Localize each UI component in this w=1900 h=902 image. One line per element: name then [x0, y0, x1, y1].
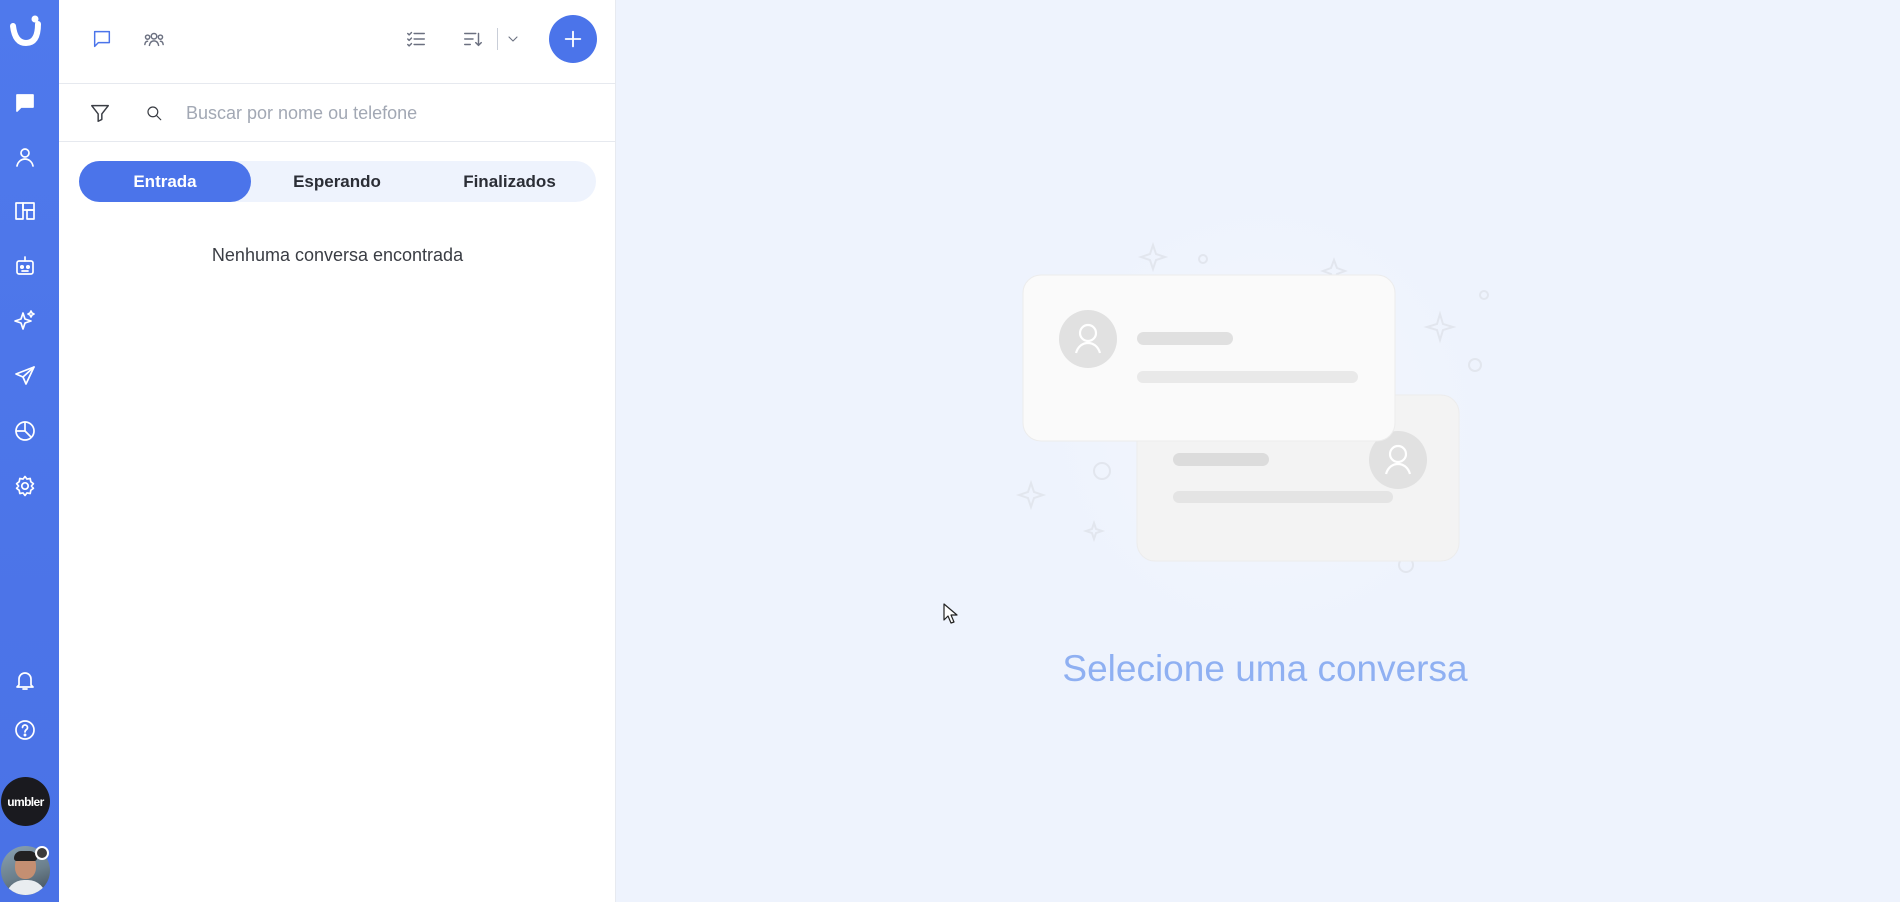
team-conversations-button[interactable]: [139, 24, 169, 54]
user-icon: [16, 148, 34, 167]
tab-finalizados[interactable]: Finalizados: [423, 161, 596, 202]
rail-bots-button[interactable]: [9, 250, 41, 282]
conversation-panel: Entrada Esperando Finalizados Nenhuma co…: [59, 0, 616, 902]
user-status-indicator: [35, 846, 49, 860]
bulk-select-button[interactable]: [401, 24, 431, 54]
rail-conversations-button[interactable]: [9, 87, 41, 119]
tab-entrada[interactable]: Entrada: [79, 161, 251, 202]
chat-outline-icon: [93, 30, 111, 48]
tab-entrada-label: Entrada: [133, 171, 197, 191]
group-icon: [144, 32, 164, 47]
tab-esperando-label: Esperando: [293, 171, 381, 191]
help-icon: [15, 720, 35, 740]
search-bar: [59, 85, 616, 142]
rail-reports-button[interactable]: [9, 415, 41, 447]
status-tabs: Entrada Esperando Finalizados: [79, 161, 596, 202]
kanban-icon: [15, 202, 35, 220]
new-conversation-button[interactable]: [549, 15, 597, 63]
rail-settings-button[interactable]: [9, 470, 41, 502]
conversation-toolbar: [59, 0, 616, 84]
umbler-logo-icon[interactable]: [5, 10, 45, 50]
empty-list-message: Nenhuma conversa encontrada: [211, 245, 464, 265]
rail-kanban-button[interactable]: [9, 195, 41, 227]
search-input[interactable]: [186, 99, 586, 127]
tab-finalizados-label: Finalizados: [463, 171, 556, 191]
app-rail: umbler: [0, 0, 59, 902]
organization-switcher[interactable]: umbler: [1, 777, 50, 826]
chat-icon: [16, 94, 34, 112]
organization-label: umbler: [7, 794, 44, 809]
rail-contacts-button[interactable]: [9, 141, 41, 173]
filter-button[interactable]: [85, 98, 115, 128]
select-conversation-title: Selecione uma conversa: [1062, 648, 1468, 689]
robot-icon: [16, 256, 34, 275]
sparkles-icon: [14, 310, 35, 330]
pie-chart-icon: [15, 421, 35, 441]
mouse-cursor-icon: [943, 603, 958, 624]
sort-options-dropdown[interactable]: [498, 24, 528, 54]
rail-ai-button[interactable]: [9, 305, 41, 337]
tab-esperando[interactable]: Esperando: [251, 161, 423, 202]
search-icon: [139, 98, 169, 128]
filter-icon: [91, 104, 109, 122]
send-icon: [15, 366, 35, 385]
chevron-down-icon: [508, 36, 518, 42]
rail-notifications-button[interactable]: [9, 664, 41, 696]
sort-button[interactable]: [458, 24, 488, 54]
plus-icon: [564, 30, 582, 48]
bell-icon: [16, 672, 34, 690]
sort-icon: [464, 32, 482, 47]
gear-icon: [15, 475, 35, 497]
checklist-icon: [407, 31, 425, 47]
rail-campaigns-button[interactable]: [9, 360, 41, 392]
empty-conversation-illustration: [1015, 210, 1490, 610]
rail-help-button[interactable]: [9, 714, 41, 746]
my-conversations-button[interactable]: [87, 24, 117, 54]
